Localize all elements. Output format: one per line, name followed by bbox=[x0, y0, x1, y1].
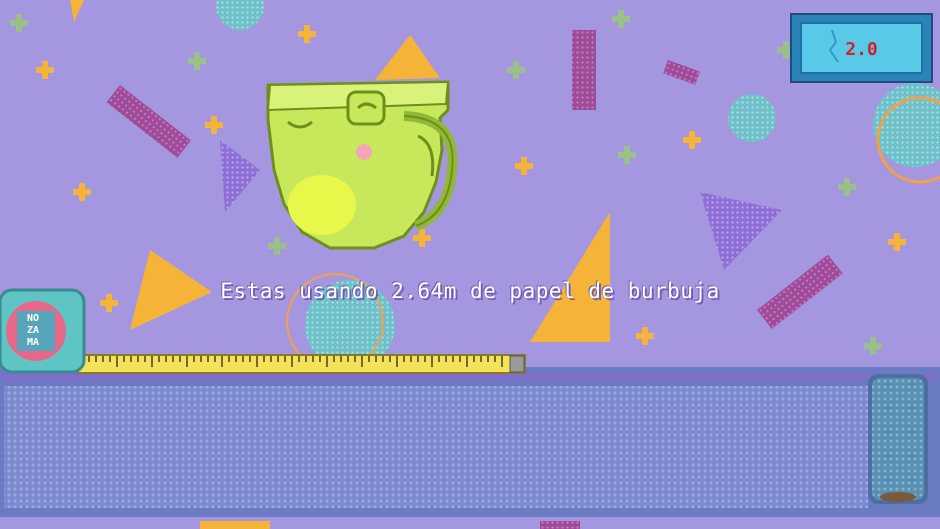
usage-message: Estas usando 2.64m de papel de burbuja bbox=[220, 279, 720, 303]
pink-bar-shape bbox=[106, 85, 191, 158]
score-panel: 2.0 bbox=[790, 13, 933, 83]
badge-line-2: ZA bbox=[27, 325, 40, 336]
tape-measure[interactable] bbox=[77, 354, 526, 374]
teal-circle-shape bbox=[728, 94, 776, 142]
score-screen: 2.0 bbox=[800, 22, 923, 74]
orange-triangle-shape bbox=[375, 35, 440, 80]
frog-cup-character bbox=[266, 80, 458, 250]
orange-triangle-shape bbox=[70, 0, 84, 22]
badge-label: NO ZA MA bbox=[27, 313, 39, 349]
bubble-wrap-roll[interactable] bbox=[868, 374, 928, 504]
tape-hook[interactable] bbox=[509, 355, 525, 373]
pink-bar-shape bbox=[663, 60, 700, 85]
badge-line-3: MA bbox=[27, 337, 40, 348]
orange-triangle-shape bbox=[530, 212, 610, 342]
teal-circle-shape bbox=[216, 0, 264, 30]
game-stage: NO ZA MA Estas usando 2.64m de papel de … bbox=[0, 0, 940, 529]
score-value: 2.0 bbox=[845, 39, 878, 60]
badge-line-1: NO bbox=[27, 313, 40, 324]
teal-circle-shape bbox=[873, 83, 940, 167]
bubble-wrap-sheet[interactable] bbox=[4, 386, 868, 508]
purple-triangle-shape bbox=[700, 192, 782, 270]
purple-triangle-shape bbox=[220, 140, 260, 212]
pink-bar-shape bbox=[572, 30, 596, 110]
